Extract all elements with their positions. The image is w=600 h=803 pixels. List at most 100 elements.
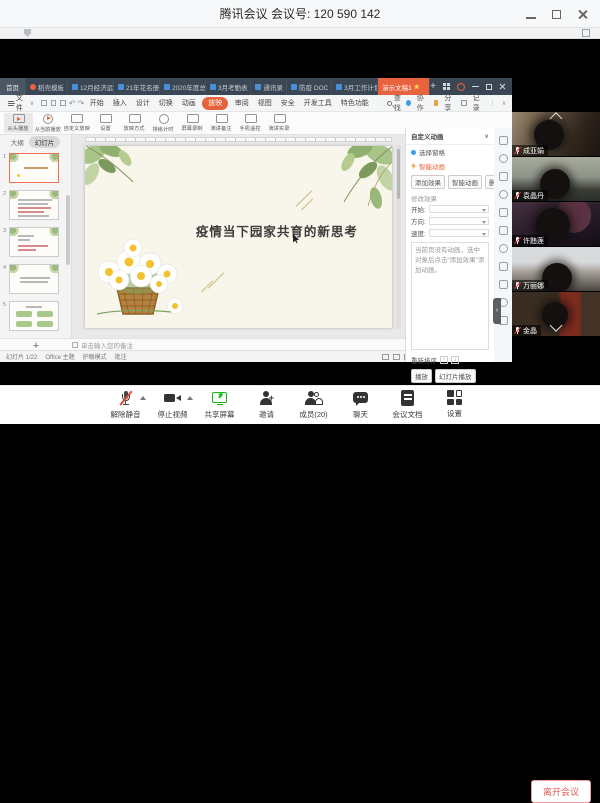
close-pane-icon[interactable]: ∨ <box>484 133 489 140</box>
wps-doc-tab[interactable]: 21年花名册 <box>114 78 160 95</box>
invite-button[interactable]: + 邀请 <box>243 390 290 420</box>
slide-title[interactable]: 疫情当下园家共育的新思考 <box>171 221 383 240</box>
normal-view-icon[interactable] <box>382 354 389 360</box>
move-up-icon[interactable]: ↑ <box>440 356 448 364</box>
stop-video-button[interactable]: 停止视频 <box>149 390 196 420</box>
participant-video[interactable]: 万丽娜 <box>512 247 600 291</box>
side-tool-icon[interactable] <box>499 190 508 199</box>
meeting-docs-button[interactable]: 会议文档 <box>384 390 431 420</box>
side-tool-icon[interactable] <box>499 244 508 253</box>
ribbon-speech-record[interactable]: 演讲实录 <box>265 113 294 133</box>
preview-icon[interactable] <box>60 100 66 106</box>
slide-thumb-3[interactable]: 3 <box>9 227 59 257</box>
side-tool-icon[interactable] <box>499 262 508 271</box>
collapse-ribbon-icon[interactable]: ∧ <box>502 100 506 107</box>
participant-video[interactable]: 许韪莲 <box>512 202 600 246</box>
tab-outline[interactable]: 大纲 <box>11 137 24 147</box>
participant-video[interactable]: 袁晶丹 <box>512 157 600 201</box>
undo-icon[interactable]: ↶ <box>69 99 76 108</box>
slide-thumb-4[interactable]: 4 <box>9 264 59 294</box>
ribbon-play-from-start[interactable]: 从头播放 <box>4 113 33 133</box>
smart-anim-button[interactable]: 智能动画 <box>448 175 482 189</box>
sorter-view-icon[interactable] <box>393 354 400 360</box>
direction-dropdown[interactable] <box>429 217 489 225</box>
slide-canvas[interactable]: 疫情当下园家共育的新思考 <box>85 146 392 328</box>
tab-slides[interactable]: 幻灯片 <box>29 136 61 148</box>
ribbon-speaker-notes[interactable]: 演讲备注 <box>207 113 236 133</box>
camera-options-caret[interactable] <box>187 396 193 400</box>
ribbon-custom-show[interactable]: 自定义放映 <box>62 113 91 133</box>
side-tool-icon[interactable] <box>499 208 508 217</box>
smart-animation-link[interactable]: 智能动画 <box>406 159 494 173</box>
minimize-icon[interactable] <box>526 17 536 19</box>
move-down-icon[interactable]: ↓ <box>451 356 459 364</box>
ribbon-screen-record[interactable]: 屏幕录制 <box>178 113 207 133</box>
menu-devtools[interactable]: 开发工具 <box>299 98 336 108</box>
collab-button[interactable]: 协作 <box>417 93 428 113</box>
wps-doc-tab[interactable]: 2020年度总结 <box>160 78 206 95</box>
eye-protect-toggle[interactable]: 护眼模式 <box>83 352 107 361</box>
slide-thumb-5[interactable]: 5 <box>9 301 59 331</box>
slideshow-play-button[interactable]: 幻灯片播放 <box>435 369 476 383</box>
share-button[interactable]: 分享 <box>444 93 455 113</box>
fullscreen-icon[interactable] <box>582 29 590 37</box>
menu-animation[interactable]: 动画 <box>177 98 200 108</box>
menu-security[interactable]: 安全 <box>276 98 299 108</box>
menu-view[interactable]: 视图 <box>253 98 276 108</box>
unmute-button[interactable]: 解除静音 <box>102 390 149 420</box>
file-menu[interactable]: 文件∨ <box>0 93 39 113</box>
select-pane-button[interactable]: 选择窗格 <box>406 145 494 159</box>
note-toggle[interactable]: 批注 <box>115 352 127 361</box>
notes-hint[interactable]: 单击输入您的备注 <box>72 340 133 350</box>
save-icon[interactable] <box>41 100 47 106</box>
tab-list-icon[interactable] <box>443 83 450 90</box>
slide-thumb-2[interactable]: 2 <box>9 190 59 220</box>
ribbon-phone-remote[interactable]: 手机遥控 <box>236 113 265 133</box>
wps-doc-tab[interactable]: 通讯录 <box>251 78 287 95</box>
menu-design[interactable]: 设计 <box>131 98 154 108</box>
mic-options-caret[interactable] <box>140 396 146 400</box>
members-button[interactable]: 成员(20) <box>290 390 337 420</box>
redo-icon[interactable]: ↷ <box>78 99 85 108</box>
settings-button[interactable]: 设置 <box>431 390 478 420</box>
side-tool-icon[interactable] <box>499 172 508 181</box>
ribbon-play-current[interactable]: 从当前播放 <box>33 113 62 134</box>
find-button[interactable]: 查找 <box>387 93 406 113</box>
wps-restore-icon[interactable] <box>486 84 492 90</box>
more-icon[interactable]: ⋮ <box>490 100 496 107</box>
thumbnail-scrollbar[interactable] <box>66 195 70 265</box>
wps-close-icon[interactable] <box>499 83 506 90</box>
menu-review[interactable]: 审阅 <box>230 98 253 108</box>
menu-transition[interactable]: 切换 <box>154 98 177 108</box>
menu-start[interactable]: 开始 <box>85 98 108 108</box>
print-icon[interactable] <box>51 100 57 106</box>
wps-doc-tab[interactable]: 3月考勤表 <box>206 78 251 95</box>
chat-button[interactable]: 聊天 <box>337 390 384 420</box>
collapse-pane-handle[interactable]: › <box>493 298 501 324</box>
side-tool-icon[interactable] <box>499 226 508 235</box>
wps-doc-tab[interactable]: 3月工作计划 <box>332 78 378 95</box>
side-tool-icon[interactable] <box>499 154 508 163</box>
maximize-icon[interactable] <box>552 10 561 19</box>
leave-meeting-button[interactable]: 离开会议 <box>531 780 591 803</box>
menu-features[interactable]: 特色功能 <box>336 98 373 108</box>
speed-dropdown[interactable] <box>429 229 489 237</box>
record-button[interactable]: 记录 <box>473 93 484 113</box>
ribbon-show-mode[interactable]: 放映方式 <box>120 113 149 133</box>
close-icon[interactable] <box>577 9 588 20</box>
menu-slideshow-active[interactable]: 放映 <box>202 97 228 110</box>
wps-minimize-icon[interactable] <box>472 86 479 88</box>
start-dropdown[interactable] <box>429 205 489 213</box>
slide-thumb-1[interactable]: 1 <box>9 153 59 183</box>
play-animation-button[interactable]: 播放 <box>411 369 432 383</box>
sync-icon[interactable] <box>457 83 465 91</box>
side-tool-icon[interactable] <box>499 280 508 289</box>
menu-insert[interactable]: 插入 <box>108 98 131 108</box>
wps-doc-tab[interactable]: 防疫 DOC <box>287 78 332 95</box>
ribbon-rehearse[interactable]: 排练计时 <box>149 113 178 134</box>
add-effect-button[interactable]: 添加效果 <box>411 175 445 189</box>
side-tool-icon[interactable] <box>499 136 508 145</box>
wps-doc-tab[interactable]: 12月经济运行 <box>68 78 114 95</box>
share-screen-button[interactable]: 共享屏幕 <box>196 390 243 420</box>
slide-scrollbar[interactable] <box>396 145 401 329</box>
